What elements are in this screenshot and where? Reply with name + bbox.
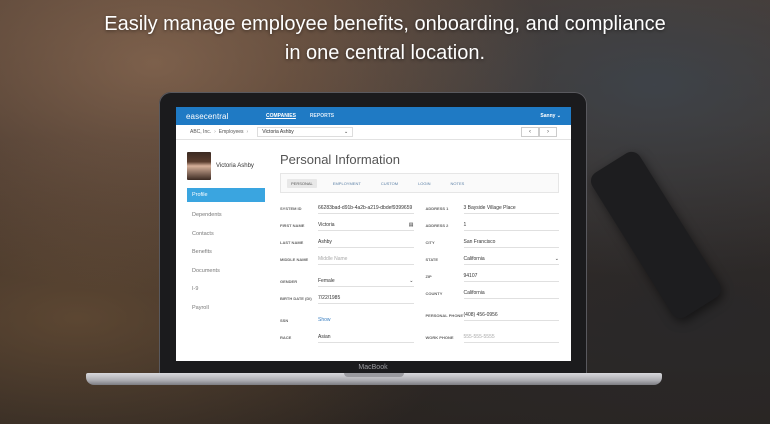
form-left-column: SYSTEM ID 66283bad-d91b-4a2b-a219-dbdef9… xyxy=(280,203,414,349)
sidebar-item-dependents[interactable]: Dependents xyxy=(187,206,265,225)
laptop-notch xyxy=(344,373,404,377)
content: Victoria Ashby Profile Dependents Contac… xyxy=(176,140,571,349)
field-zip: ZIP 94107 xyxy=(425,271,559,288)
field-label: SSN xyxy=(280,318,289,323)
tab-login[interactable]: LOGIN xyxy=(414,179,434,188)
breadcrumb-separator: › xyxy=(214,129,216,135)
field-birth-date: BIRTH DATE (DI) 7/22/1985 xyxy=(280,293,414,315)
personal-phone-input[interactable]: (408) 456-0956 xyxy=(463,310,559,321)
city-input[interactable]: San Francisco xyxy=(463,237,559,248)
first-name-value: Victoria xyxy=(318,222,335,228)
field-first-name: FIRST NAME Victoria ▤ xyxy=(280,220,414,237)
field-race: RACE Asian xyxy=(280,332,414,349)
field-city: CITY San Francisco xyxy=(425,237,559,254)
employee-select[interactable]: Victoria Ashby ⌄ xyxy=(257,127,354,137)
work-phone-input[interactable]: 555-555-5555 xyxy=(463,332,559,343)
field-label: MIDDLE NAME xyxy=(280,257,309,262)
breadcrumb: ABC, Inc. › Employees › Victoria Ashby ⌄… xyxy=(176,125,571,140)
tab-personal[interactable]: PERSONAL xyxy=(287,178,317,188)
county-input[interactable]: California xyxy=(463,288,559,299)
address-2-input[interactable]: 1 xyxy=(463,220,559,231)
field-personal-phone: PERSONAL PHONE (408) 456-0956 xyxy=(425,310,559,332)
state-value: California xyxy=(463,256,485,262)
field-label: ADDRESS 1 xyxy=(425,206,449,211)
macbook-label: MacBook xyxy=(358,364,388,371)
pager: ‹ › xyxy=(521,127,557,137)
chevron-down-icon: ⌄ xyxy=(409,278,414,284)
birth-date-input[interactable]: 7/22/1985 xyxy=(318,293,414,304)
avatar xyxy=(187,152,211,180)
field-system-id: SYSTEM ID 66283bad-d91b-4a2b-a219-dbdef9… xyxy=(280,203,414,220)
sidebar-item-documents[interactable]: Documents xyxy=(187,262,265,281)
field-work-phone: WORK PHONE 555-555-5555 xyxy=(425,332,559,349)
field-ssn: SSN Show xyxy=(280,315,414,332)
breadcrumb-section[interactable]: Employees xyxy=(219,129,244,135)
zip-input[interactable]: 94107 xyxy=(463,271,559,282)
field-label: BIRTH DATE (DI) xyxy=(280,296,312,301)
field-label: ZIP xyxy=(425,274,432,279)
field-middle-name: MIDDLE NAME Middle Name xyxy=(280,254,414,276)
chevron-down-icon: ⌄ xyxy=(344,129,349,135)
headline: Easily manage employee benefits, onboard… xyxy=(0,10,770,68)
field-label: STATE xyxy=(425,257,439,262)
sidebar: Victoria Ashby Profile Dependents Contac… xyxy=(176,140,268,349)
app-topbar: easecentral COMPANIES REPORTS Sanny ⌄ xyxy=(176,107,571,125)
field-label: FIRST NAME xyxy=(280,223,305,228)
tab-employment[interactable]: EMPLOYMENT xyxy=(329,179,365,188)
nav-companies[interactable]: COMPANIES xyxy=(266,113,296,119)
field-value: 66283bad-d91b-4a2b-a219-dbdef9399659 xyxy=(318,203,414,214)
breadcrumb-company[interactable]: ABC, Inc. xyxy=(190,129,211,135)
field-state: STATE California ⌄ xyxy=(425,254,559,271)
headline-line-1: Easily manage employee benefits, onboard… xyxy=(104,13,666,35)
race-select[interactable]: Asian xyxy=(318,332,414,343)
ssn-show-link[interactable]: Show xyxy=(318,315,414,326)
field-label: CITY xyxy=(425,240,435,245)
first-name-input[interactable]: Victoria ▤ xyxy=(318,220,414,231)
field-last-name: LAST NAME Ashby xyxy=(280,237,414,254)
sidebar-item-payroll[interactable]: Payroll xyxy=(187,299,265,318)
main-panel: Personal Information PERSONAL EMPLOYMENT… xyxy=(268,140,571,349)
employee-select-value: Victoria Ashby xyxy=(262,129,294,135)
chevron-down-icon: ⌄ xyxy=(554,256,559,262)
app-screen: easecentral COMPANIES REPORTS Sanny ⌄ AB… xyxy=(176,107,571,361)
state-select[interactable]: California ⌄ xyxy=(463,254,559,265)
field-label: PERSONAL PHONE xyxy=(425,313,464,318)
field-label: ADDRESS 2 xyxy=(425,223,449,228)
gender-select[interactable]: Female ⌄ xyxy=(318,276,414,287)
field-address-1: ADDRESS 1 3 Bayside Village Place xyxy=(425,203,559,220)
field-county: COUNTY California xyxy=(425,288,559,310)
tab-custom[interactable]: CUSTOM xyxy=(377,179,402,188)
field-address-2: ADDRESS 2 1 xyxy=(425,220,559,237)
form-right-column: ADDRESS 1 3 Bayside Village Place ADDRES… xyxy=(425,203,559,349)
field-label: WORK PHONE xyxy=(425,335,454,340)
sidebar-item-profile[interactable]: Profile xyxy=(187,188,265,202)
profile-card: Victoria Ashby xyxy=(187,152,268,180)
user-menu[interactable]: Sanny ⌄ xyxy=(540,113,561,119)
nav-reports[interactable]: REPORTS xyxy=(310,113,334,119)
chevron-right-icon[interactable]: › xyxy=(539,127,557,137)
last-name-input[interactable]: Ashby xyxy=(318,237,414,248)
sidebar-item-contacts[interactable]: Contacts xyxy=(187,225,265,244)
headline-line-2: in one central location. xyxy=(284,42,486,64)
sidebar-item-benefits[interactable]: Benefits xyxy=(187,243,265,262)
tab-bar: PERSONAL EMPLOYMENT CUSTOM LOGIN NOTES xyxy=(280,173,559,193)
personal-form: SYSTEM ID 66283bad-d91b-4a2b-a219-dbdef9… xyxy=(280,203,559,349)
address-1-input[interactable]: 3 Bayside Village Place xyxy=(463,203,559,214)
contact-card-icon: ▤ xyxy=(408,222,414,228)
field-label: COUNTY xyxy=(425,291,443,296)
breadcrumb-separator: › xyxy=(246,129,249,135)
app-logo[interactable]: easecentral xyxy=(186,112,266,121)
field-gender: GENDER Female ⌄ xyxy=(280,276,414,293)
chevron-left-icon[interactable]: ‹ xyxy=(521,127,539,137)
field-label: RACE xyxy=(280,335,292,340)
middle-name-input[interactable]: Middle Name xyxy=(318,254,414,265)
field-label: LAST NAME xyxy=(280,240,304,245)
field-label: SYSTEM ID xyxy=(280,206,302,211)
gender-value: Female xyxy=(318,278,335,284)
profile-name: Victoria Ashby xyxy=(216,163,254,169)
field-label: GENDER xyxy=(280,279,298,284)
sidebar-item-i9[interactable]: I-9 xyxy=(187,280,265,299)
page-title: Personal Information xyxy=(280,152,400,167)
tab-notes[interactable]: NOTES xyxy=(447,179,469,188)
